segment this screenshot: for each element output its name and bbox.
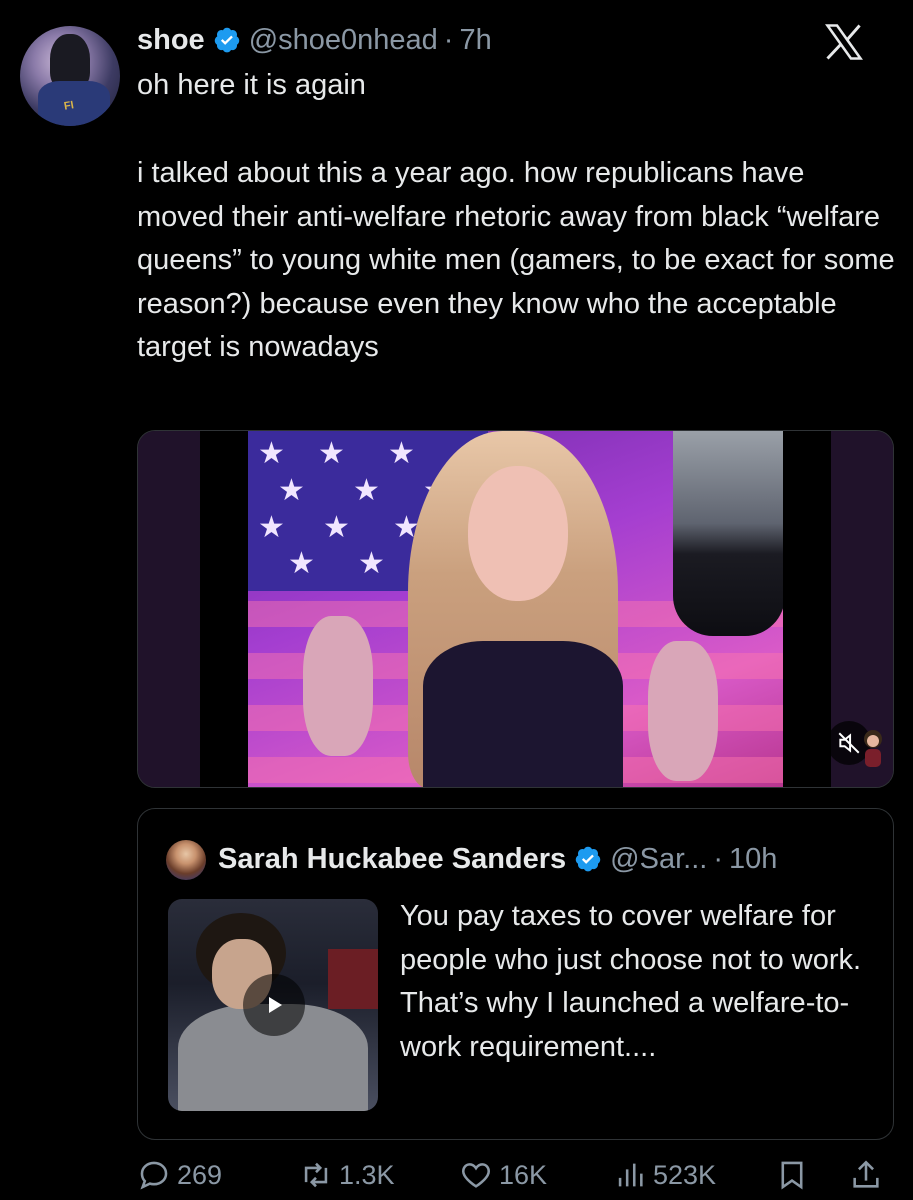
share-icon bbox=[853, 1160, 879, 1188]
flag-star: ★ bbox=[323, 511, 350, 544]
views-icon bbox=[618, 1163, 643, 1187]
repost-button[interactable]: 1.3K bbox=[299, 1155, 395, 1195]
x-logo-icon[interactable] bbox=[821, 20, 867, 64]
quoted-tweet-time[interactable]: 10h bbox=[729, 843, 777, 876]
like-button[interactable]: 16K bbox=[459, 1155, 547, 1195]
tweet-video[interactable]: ★ ★ ★ ★ ★ ★ ★ ★ ★ ★ ★ ★ bbox=[137, 430, 894, 788]
person-hand-right bbox=[648, 641, 718, 781]
person-face bbox=[468, 466, 568, 601]
sticker-image bbox=[864, 730, 882, 767]
quoted-tweet-header: Sarah Huckabee Sanders @Sar... · 10h bbox=[218, 839, 777, 879]
microphone bbox=[673, 431, 785, 636]
play-icon bbox=[269, 997, 282, 1013]
quoted-tweet-text: You pay taxes to cover welfare for peopl… bbox=[400, 900, 862, 1063]
author-name[interactable]: shoe bbox=[137, 24, 205, 57]
quoted-tweet[interactable]: Sarah Huckabee Sanders @Sar... · 10h You… bbox=[137, 808, 894, 1140]
flag-star: ★ bbox=[318, 437, 345, 470]
flag-star: ★ bbox=[258, 437, 285, 470]
repost-count: 1.3K bbox=[339, 1159, 395, 1190]
quoted-author-avatar[interactable] bbox=[166, 840, 206, 880]
person-body bbox=[423, 641, 623, 787]
author-avatar[interactable]: FI bbox=[20, 26, 120, 126]
separator-dot: · bbox=[443, 23, 454, 56]
separator-dot: · bbox=[713, 842, 723, 875]
thumbnail-background-object bbox=[328, 949, 378, 1009]
tweet-header: shoe @shoe0nhead · 7h bbox=[137, 22, 492, 58]
video-frame[interactable]: ★ ★ ★ ★ ★ ★ ★ ★ ★ ★ ★ ★ bbox=[248, 431, 785, 787]
author-handle[interactable]: @shoe0nhead bbox=[249, 24, 438, 57]
flag-star: ★ bbox=[288, 547, 315, 580]
flag-star: ★ bbox=[278, 474, 305, 507]
bookmark-button[interactable] bbox=[775, 1155, 815, 1195]
reply-icon bbox=[140, 1161, 168, 1190]
quoted-author-name[interactable]: Sarah Huckabee Sanders bbox=[218, 843, 566, 876]
reply-button[interactable]: 269 bbox=[137, 1155, 222, 1195]
like-icon bbox=[462, 1163, 490, 1188]
person-hand-left bbox=[303, 616, 373, 756]
repost-icon bbox=[304, 1162, 328, 1188]
quoted-author-handle[interactable]: @Sar... bbox=[610, 843, 707, 876]
tweet-time[interactable]: 7h bbox=[459, 24, 491, 57]
tweet-body: i talked about this a year ago. how repu… bbox=[137, 157, 895, 364]
avatar-jacket bbox=[38, 81, 110, 126]
flag-star: ★ bbox=[388, 437, 415, 470]
tweet-first-line: oh here it is again bbox=[137, 69, 366, 101]
views-count: 523K bbox=[653, 1159, 717, 1190]
verified-badge-icon bbox=[575, 846, 601, 872]
reply-count: 269 bbox=[177, 1159, 223, 1190]
like-count: 16K bbox=[499, 1159, 548, 1190]
video-letterbox-right-inner bbox=[783, 431, 831, 787]
quoted-video-thumbnail[interactable] bbox=[168, 899, 378, 1111]
flag-star: ★ bbox=[358, 547, 385, 580]
video-letterbox-left-inner bbox=[200, 431, 248, 787]
views-button[interactable]: 523K bbox=[613, 1155, 716, 1195]
share-button[interactable] bbox=[849, 1155, 889, 1195]
avatar-patch-text: FI bbox=[63, 99, 75, 113]
flag-star: ★ bbox=[353, 474, 380, 507]
play-button[interactable] bbox=[243, 974, 305, 1036]
verified-badge-icon bbox=[214, 27, 239, 53]
flag-star: ★ bbox=[258, 511, 285, 544]
bookmark-icon bbox=[781, 1161, 803, 1190]
tweet-action-bar: 269 1.3K 16K 523K bbox=[137, 1150, 897, 1200]
video-letterbox-left bbox=[138, 431, 200, 787]
